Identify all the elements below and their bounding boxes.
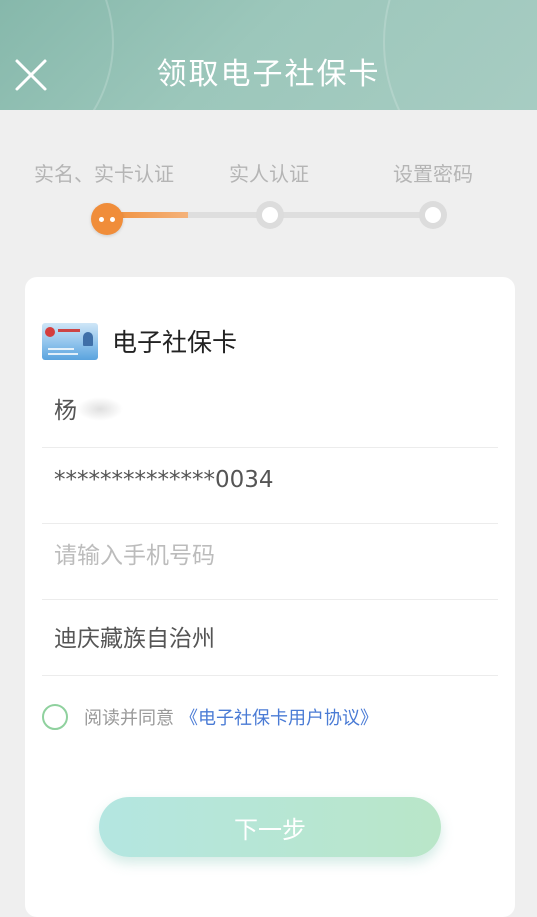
step-label-set-password: 设置密码 [393, 162, 473, 186]
agreement-row: 阅读并同意 《电子社保卡用户协议》 [42, 704, 378, 730]
agreement-text: 阅读并同意 [84, 708, 174, 729]
id-number-value: **************0034 [54, 467, 274, 493]
card-header: 电子社保卡 [42, 321, 237, 361]
step-node-pending [256, 201, 284, 229]
region-field[interactable]: 迪庆藏族自治州 [42, 599, 498, 676]
next-button[interactable]: 下一步 [99, 797, 441, 857]
step-node-pending [419, 201, 447, 229]
card-title: 电子社保卡 [112, 328, 238, 357]
phone-field[interactable] [42, 523, 498, 600]
agreement-link[interactable]: 《电子社保卡用户协议》 [180, 704, 378, 730]
name-field: 杨 [42, 371, 498, 448]
phone-input[interactable] [54, 543, 454, 569]
name-value: 杨 [54, 391, 123, 425]
step-label-verify-card: 实名、实卡认证 [34, 162, 174, 186]
progress-track [270, 212, 432, 218]
redacted-name [77, 397, 123, 421]
social-security-card-icon [42, 322, 98, 360]
progress-steps: 实名、实卡认证 实人认证 设置密码 [0, 150, 537, 250]
form-card: 电子社保卡 杨 **************0034 迪庆藏族自治州 阅读并同意… [25, 277, 515, 917]
header-bar: 领取电子社保卡 [0, 0, 537, 110]
step-label-verify-person: 实人认证 [229, 162, 309, 186]
step-node-active [91, 203, 123, 235]
id-number-field: **************0034 [42, 447, 498, 524]
page-title: 领取电子社保卡 [156, 57, 381, 92]
region-value: 迪庆藏族自治州 [54, 626, 215, 652]
agreement-checkbox[interactable] [42, 704, 68, 730]
